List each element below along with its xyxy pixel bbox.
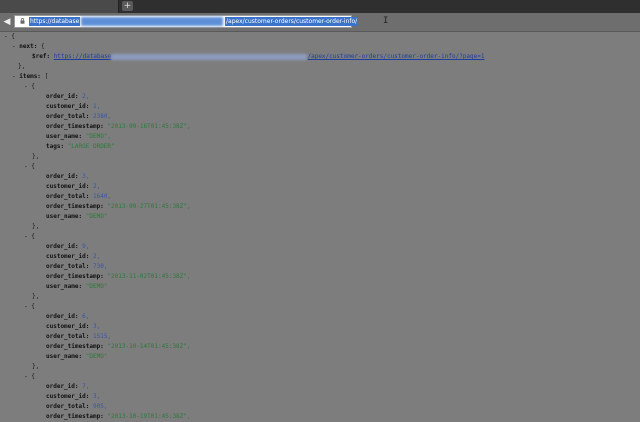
url-redacted <box>111 53 308 60</box>
item-open: - { <box>24 83 35 90</box>
browser-toolbar: ◀ https://database /apex/customer-orders… <box>0 13 640 32</box>
json-viewer: - { - next: { $ref: https://database/ape… <box>0 32 640 420</box>
json-field: order_total: 2380, <box>46 113 112 120</box>
url-highlight-end: /apex/customer-orders/customer-order-inf… <box>225 17 359 26</box>
item-close: }, <box>32 153 40 160</box>
collapse-toggle[interactable]: - <box>24 163 28 170</box>
json-field: order_id: 3, <box>46 173 90 180</box>
json-field: order_id: 2, <box>46 93 90 100</box>
collapse-toggle[interactable]: - <box>12 43 16 50</box>
json-field: order_id: 6, <box>46 313 90 320</box>
url-highlight-start: https://database <box>29 17 81 26</box>
item-close: }, <box>32 223 40 230</box>
item-close: }, <box>32 293 40 300</box>
json-field: order_total: 1515, <box>46 333 112 340</box>
tab-strip: + <box>0 0 640 13</box>
collapse-toggle[interactable]: - <box>24 303 28 310</box>
json-field: order_total: 730, <box>46 263 108 270</box>
json-field: order_timestamp: "2013-10-14T01:45:38Z", <box>46 343 191 350</box>
text-cursor-icon: I <box>383 16 389 26</box>
ref-link[interactable]: https://database/apex/customer-orders/cu… <box>54 53 485 60</box>
next-key-line: - next: { <box>12 43 45 50</box>
json-field: customer_id: 1, <box>46 103 101 110</box>
json-field: customer_id: 2, <box>46 183 101 190</box>
next-close: }, <box>18 63 26 70</box>
collapse-toggle[interactable]: - <box>24 83 28 90</box>
json-root-open: - { <box>4 33 15 40</box>
json-field: order_id: 7, <box>46 383 90 390</box>
json-field: user_name: "DEMO", <box>46 133 112 140</box>
json-field: customer_id: 3, <box>46 393 101 400</box>
items-key-line: - items: [ <box>12 73 49 80</box>
json-field: user_name: "DEMO" <box>46 283 108 290</box>
item-open: - { <box>24 163 35 170</box>
new-tab-button[interactable]: + <box>122 1 133 11</box>
browser-tab[interactable] <box>0 0 119 13</box>
json-field: order_timestamp: "2013-11-02T01:45:38Z", <box>46 273 191 280</box>
collapse-toggle[interactable]: - <box>12 73 16 80</box>
collapse-toggle[interactable]: - <box>24 373 28 380</box>
json-field: tags: "LARGE ORDER" <box>46 143 115 150</box>
url-redacted <box>81 17 223 26</box>
json-field: order_id: 9, <box>46 243 90 250</box>
json-field: customer_id: 3, <box>46 323 101 330</box>
json-field: customer_id: 2, <box>46 253 101 260</box>
item-open: - { <box>24 233 35 240</box>
address-bar[interactable]: https://database /apex/customer-orders/c… <box>14 15 359 28</box>
collapse-toggle[interactable]: - <box>4 33 8 40</box>
json-field: user_name: "DEMO" <box>46 353 108 360</box>
item-open: - { <box>24 373 35 380</box>
json-field: order_total: 1640, <box>46 193 112 200</box>
json-field: order_timestamp: "2013-09-16T01:45:38Z", <box>46 123 191 130</box>
back-icon[interactable]: ◀ <box>2 16 12 28</box>
json-field: order_timestamp: "2013-10-19T01:45:38Z", <box>46 413 191 420</box>
item-close: }, <box>32 363 40 370</box>
ref-line: $ref: https://database/apex/customer-ord… <box>32 53 485 60</box>
json-field: order_timestamp: "2013-09-27T01:45:38Z", <box>46 203 191 210</box>
collapse-toggle[interactable]: - <box>24 233 28 240</box>
lock-icon <box>20 18 25 24</box>
json-field: order_total: 905, <box>46 403 108 410</box>
item-open: - { <box>24 303 35 310</box>
json-field: user_name: "DEMO" <box>46 213 108 220</box>
